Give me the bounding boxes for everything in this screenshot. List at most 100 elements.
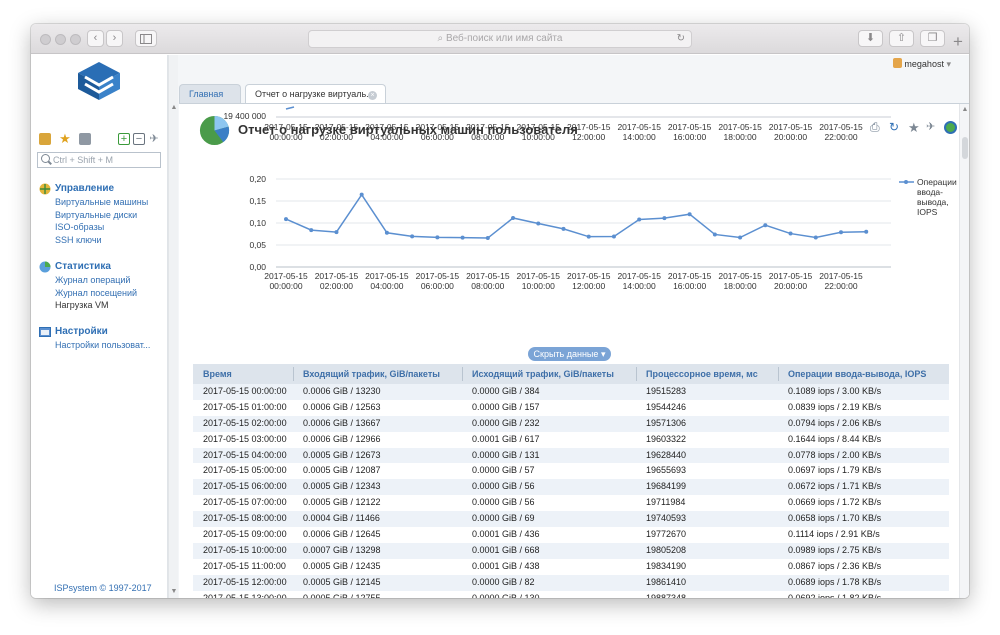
data-point [309,228,314,233]
data-point [586,234,591,239]
close-window-button[interactable] [40,34,51,45]
hide-data-button[interactable]: Скрыть данные ▾ [528,347,611,361]
data-point [763,223,768,228]
table-row[interactable]: 2017-05-15 03:00:00 0.0006 GiB / 12966 0.0… [193,432,949,448]
sidebar-item-vm-load[interactable]: Нагрузка VM [39,299,164,312]
zoom-window-button[interactable] [70,34,81,45]
tab-vm-load-report[interactable]: Отчет о нагрузке виртуаль... × [245,84,386,104]
column-separator[interactable] [778,367,779,381]
table-row[interactable]: 2017-05-15 04:00:00 0.0005 GiB / 12673 0.0… [193,447,949,464]
data-table: Время Входящий трафик, GiB/пакеты Исходящи… [193,364,949,598]
table-cell: 19740593 [646,513,687,524]
table-cell: 0.0000 GiB / 56 [472,481,535,492]
storage-icon[interactable] [79,133,91,145]
column-separator[interactable] [293,367,294,381]
sidebar-toggle-button[interactable] [135,30,157,47]
menu-grid-icon[interactable] [39,133,51,145]
sidebar-scrollbar[interactable]: ▲ ▼ [168,55,178,598]
x-tick-label: 02:00:00 [320,132,353,142]
downloads-button[interactable]: ⬇ [858,30,883,47]
legend-label: IOPS [917,207,938,217]
sidebar-group-title[interactable]: Настройки [39,325,164,339]
back-button[interactable]: ‹ [87,30,104,47]
data-point [485,236,490,241]
sidebar-item-visits-log[interactable]: Журнал посещений [39,287,164,300]
expand-all-icon[interactable]: + [118,133,130,145]
sidebar-search-placeholder: Ctrl + Shift + M [53,155,114,165]
x-tick-label: 14:00:00 [623,132,656,142]
table-cell: 0.0669 iops / 1.72 KB/s [788,497,882,508]
sidebar-group-title[interactable]: Управление [39,182,164,196]
sidebar-item-virtual-disks[interactable]: Виртуальные диски [39,209,164,222]
share-button[interactable]: ⇧ [889,30,914,47]
url-bar[interactable]: ⌕ Веб-поиск или имя сайта ↻ [308,30,692,48]
x-tick-label: 2017-05-15 [264,271,308,281]
column-header[interactable]: Время [193,364,232,384]
table-row[interactable]: 2017-05-15 00:00:00 0.0006 GiB / 13230 0.0… [193,384,949,400]
sidebar-search-input[interactable]: Ctrl + Shift + M [37,152,161,168]
legend-label: вывода, [917,197,949,207]
pin-icon[interactable]: ✈ [148,133,160,145]
sidebar-item-iso-images[interactable]: ISO-образы [39,221,164,234]
user-menu[interactable]: megahost ▾ [892,58,951,70]
collapse-all-icon[interactable]: − [133,133,145,145]
tab-home[interactable]: Главная [179,84,241,104]
table-row[interactable]: 2017-05-15 13:00:00 0.0005 GiB / 12755 0.0… [193,591,949,598]
data-point [637,217,642,222]
table-row[interactable]: 2017-05-15 11:00:00 0.0005 GiB / 12435 0.0… [193,559,949,575]
settings-window-icon [39,327,51,337]
scroll-up-icon[interactable]: ▲ [961,106,969,114]
new-tab-button[interactable]: + [949,33,967,52]
sidebar-item-ssh-keys[interactable]: SSH ключи [39,234,164,247]
x-tick-label: 2017-05-15 [264,122,308,132]
x-tick-label: 2017-05-15 [769,122,813,132]
data-point [864,229,869,234]
x-tick-label: 12:00:00 [572,281,605,291]
table-row[interactable]: 2017-05-15 08:00:00 0.0004 GiB / 11466 0.0… [193,511,949,528]
data-point [410,234,415,239]
table-row[interactable]: 2017-05-15 06:00:00 0.0005 GiB / 12343 0.0… [193,479,949,496]
legend-marker [904,180,908,184]
forward-button[interactable]: › [106,30,123,47]
table-row[interactable]: 2017-05-15 05:00:00 0.0005 GiB / 12087 0.0… [193,463,949,479]
x-tick-label: 00:00:00 [269,132,302,142]
sidebar-item-user-settings[interactable]: Настройки пользоват... [39,339,164,352]
table-row[interactable]: 2017-05-15 09:00:00 0.0006 GiB / 12645 0.0… [193,527,949,543]
table-cell: 19772670 [646,529,687,540]
sidebar-item-virtual-machines[interactable]: Виртуальные машины [39,196,164,209]
column-header[interactable]: Входящий трафик, GiB/пакеты [293,364,440,384]
x-tick-label: 2017-05-15 [617,271,661,281]
tabs-overview-button[interactable]: ❐ [920,30,945,47]
table-row[interactable]: 2017-05-15 01:00:00 0.0006 GiB / 12563 0.0… [193,400,949,416]
table-row[interactable]: 2017-05-15 12:00:00 0.0005 GiB / 12145 0.0… [193,574,949,591]
sidebar-group-title[interactable]: Статистика [39,260,164,274]
column-header[interactable]: Операции ввода-вывода, IOPS [778,364,926,384]
table-row[interactable]: 2017-05-15 02:00:00 0.0006 GiB / 13667 0.0… [193,415,949,432]
table-cell: 0.0794 iops / 2.06 KB/s [788,417,882,428]
favorites-star-icon[interactable]: ★ [59,132,71,145]
content-scrollbar[interactable]: ▲ [959,104,969,598]
x-tick-label: 2017-05-15 [617,122,661,132]
sidebar-item-operations-log[interactable]: Журнал операций [39,274,164,287]
browser-toolbar: ‹ › ⌕ Веб-поиск или имя сайта ↻ ⬇ ⇧ ❐ + [31,24,969,54]
minimize-window-button[interactable] [55,34,66,45]
reload-icon[interactable]: ↻ [677,31,685,47]
download-icon: ⬇ [865,32,876,44]
x-tick-label: 20:00:00 [774,281,807,291]
table-cell: 0.0006 GiB / 12645 [303,529,381,540]
column-separator[interactable] [636,367,637,381]
close-icon[interactable]: × [368,91,377,100]
data-point [738,235,743,240]
column-header[interactable]: Исходящий трафик, GiB/пакеты [462,364,614,384]
scroll-down-icon[interactable]: ▼ [170,588,178,596]
table-cell: 0.0000 GiB / 130 [472,592,540,598]
table-row[interactable]: 2017-05-15 10:00:00 0.0007 GiB / 13298 0.0… [193,542,949,559]
y-tick-label: 0,05 [249,240,266,250]
column-separator[interactable] [462,367,463,381]
column-header[interactable]: Процессорное время, мс [636,364,758,384]
data-point [284,217,288,222]
scroll-thumb[interactable] [962,137,968,159]
table-cell: 0.0005 GiB / 12087 [303,465,381,476]
table-row[interactable]: 2017-05-15 07:00:00 0.0005 GiB / 12122 0.0… [193,495,949,511]
scroll-up-icon[interactable]: ▲ [170,104,178,112]
